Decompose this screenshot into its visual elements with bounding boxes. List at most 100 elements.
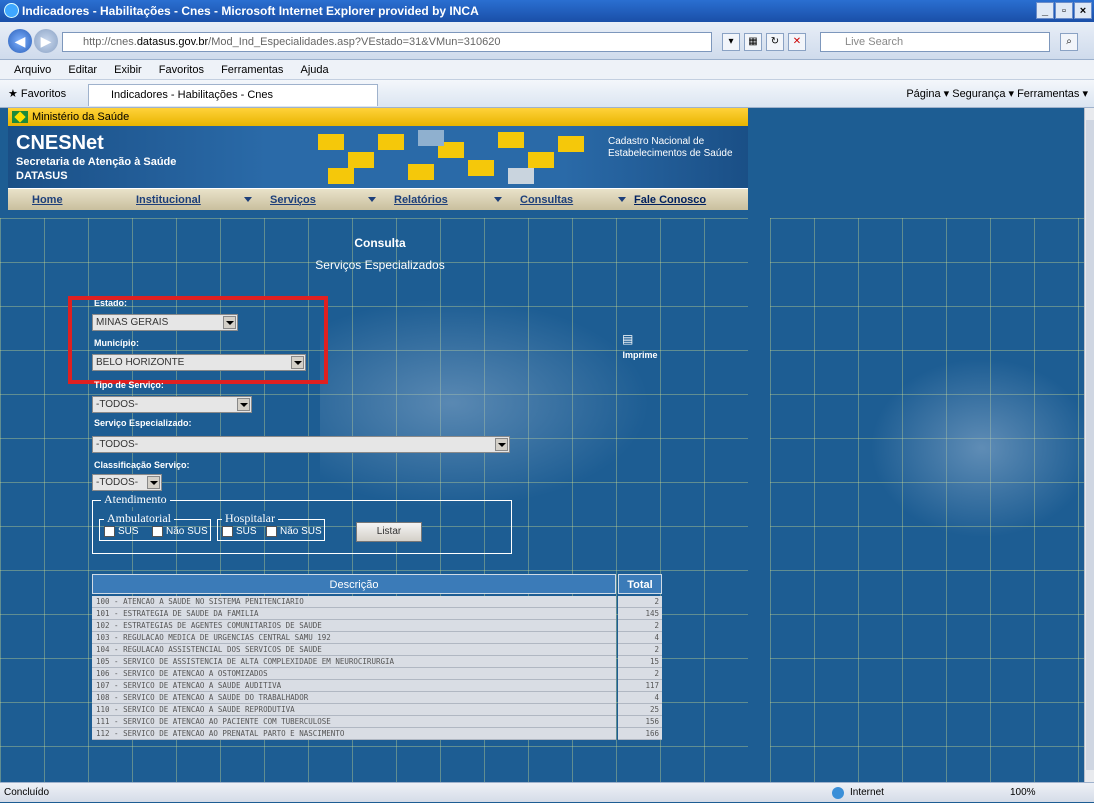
- table-row: 101 - ESTRATEGIA DE SAUDE DA FAMILIA 145: [92, 608, 662, 620]
- row-total: 25: [618, 704, 662, 716]
- nav-fale-conosco[interactable]: Fale Conosco: [634, 191, 706, 209]
- tipo-servico-label: Tipo de Serviço:: [94, 380, 164, 390]
- menu-bar: Arquivo Editar Exibir Favoritos Ferramen…: [0, 60, 1094, 80]
- brand-title: CNESNet: [16, 132, 104, 154]
- ministerio-bar: Ministério da Saúde: [8, 108, 748, 126]
- favorites-bar: ★ Favoritos Indicadores - Habilitações -…: [0, 80, 1094, 108]
- menu-exibir[interactable]: Exibir: [114, 64, 142, 76]
- chevron-down-icon[interactable]: [147, 476, 160, 489]
- site-banner: CNESNet Secretaria de Atenção à Saúde DA…: [8, 126, 748, 188]
- row-descricao: 108 - SERVICO DE ATENCAO A SAUDE DO TRAB…: [92, 692, 616, 704]
- table-row: 112 - SERVICO DE ATENCAO AO PRENATAL PAR…: [92, 728, 662, 740]
- row-total: 2: [618, 668, 662, 680]
- classificacao-label: Classificação Serviço:: [94, 460, 190, 470]
- url-input[interactable]: http://cnes.datasus.gov.br/Mod_Ind_Espec…: [62, 32, 712, 52]
- vertical-scrollbar[interactable]: [1084, 108, 1094, 782]
- nav-home[interactable]: Home: [32, 191, 63, 209]
- favorites-button[interactable]: ★ Favoritos: [8, 80, 66, 108]
- scroll-thumb[interactable]: [1086, 120, 1094, 770]
- row-total: 4: [618, 632, 662, 644]
- imprime-link[interactable]: Imprime: [620, 350, 660, 360]
- chevron-down-icon[interactable]: [495, 438, 508, 451]
- brand-datasus: DATASUS: [16, 170, 68, 182]
- menu-ferramentas[interactable]: Ferramentas: [221, 64, 283, 76]
- ambulatorial-nao-sus-checkbox[interactable]: [152, 526, 163, 537]
- hospitalar-nao-sus-checkbox[interactable]: [266, 526, 277, 537]
- row-descricao: 105 - SERVICO DE ASSISTENCIA DE ALTA COM…: [92, 656, 616, 668]
- column-header-descricao: Descrição: [92, 574, 616, 594]
- window-title: Indicadores - Habilitações - Cnes - Micr…: [22, 4, 479, 18]
- menu-favoritos[interactable]: Favoritos: [159, 64, 204, 76]
- chevron-down-icon[interactable]: [618, 197, 626, 202]
- listar-button[interactable]: Listar: [356, 522, 422, 542]
- minimize-icon[interactable]: _: [1036, 2, 1054, 19]
- column-header-total: Total: [618, 574, 662, 594]
- row-descricao: 106 - SERVICO DE ATENCAO A OSTOMIZADOS: [92, 668, 616, 680]
- brazil-flag-icon: [12, 111, 28, 123]
- table-row: 104 - REGULACAO ASSISTENCIAL DOS SERVICO…: [92, 644, 662, 656]
- close-icon[interactable]: ×: [1074, 2, 1092, 19]
- table-row: 110 - SERVICO DE ATENCAO A SAUDE REPRODU…: [92, 704, 662, 716]
- menu-arquivo[interactable]: Arquivo: [14, 64, 51, 76]
- tipo-servico-select[interactable]: -TODOS-: [92, 396, 252, 413]
- row-descricao: 100 - ATENCAO A SAUDE NO SISTEMA PENITEN…: [92, 596, 616, 608]
- hospitalar-sus-checkbox[interactable]: [222, 526, 233, 537]
- page-subtitle: Serviços Especializados: [315, 258, 445, 272]
- nav-servicos[interactable]: Serviços: [270, 191, 316, 209]
- brand-subtitle: Secretaria de Atenção à Saúde: [16, 156, 177, 168]
- background-photo: [320, 298, 650, 508]
- compatibility-icon[interactable]: ▦: [744, 33, 762, 51]
- row-descricao: 101 - ESTRATEGIA DE SAUDE DA FAMILIA: [92, 608, 616, 620]
- page-content: Ministério da Saúde CNESNet Secretaria d…: [0, 108, 1094, 782]
- ambulatorial-legend: Ambulatorial: [104, 511, 174, 526]
- chevron-down-icon[interactable]: [368, 197, 376, 202]
- zoom-level[interactable]: 100%: [1010, 783, 1036, 803]
- dropdown-icon[interactable]: ▾: [722, 33, 740, 51]
- forward-button[interactable]: ▶: [34, 29, 58, 53]
- nav-consultas[interactable]: Consultas: [520, 191, 573, 209]
- maximize-icon[interactable]: ▫: [1055, 2, 1073, 19]
- back-button[interactable]: ◀: [8, 29, 32, 53]
- chevron-down-icon[interactable]: [244, 197, 252, 202]
- ie-icon: [4, 3, 19, 18]
- refresh-icon[interactable]: ↻: [766, 33, 784, 51]
- search-icon[interactable]: ⌕: [1060, 33, 1078, 51]
- row-descricao: 111 - SERVICO DE ATENCAO AO PACIENTE COM…: [92, 716, 616, 728]
- nav-relatorios[interactable]: Relatórios: [394, 191, 448, 209]
- print-icon[interactable]: ▤: [622, 332, 633, 346]
- nav-institucional[interactable]: Institucional: [136, 191, 201, 209]
- classificacao-select[interactable]: -TODOS-: [92, 474, 162, 491]
- browser-tab[interactable]: Indicadores - Habilitações - Cnes: [88, 84, 378, 106]
- table-row: 105 - SERVICO DE ASSISTENCIA DE ALTA COM…: [92, 656, 662, 668]
- cadastro-text: Cadastro Nacional de Estabelecimentos de…: [608, 136, 733, 159]
- table-row: 111 - SERVICO DE ATENCAO AO PACIENTE COM…: [92, 716, 662, 728]
- ambulatorial-fieldset: Ambulatorial SUS Não SUS: [99, 511, 211, 541]
- row-total: 2: [618, 644, 662, 656]
- atendimento-legend: Atendimento: [101, 492, 170, 507]
- menu-editar[interactable]: Editar: [68, 64, 97, 76]
- stop-icon[interactable]: ✕: [788, 33, 806, 51]
- chevron-down-icon[interactable]: [494, 197, 502, 202]
- chevron-down-icon[interactable]: [237, 398, 250, 411]
- servico-especializado-label: Serviço Especializado:: [94, 418, 192, 428]
- row-descricao: 102 - ESTRATEGIAS DE AGENTES COMUNITARIO…: [92, 620, 616, 632]
- row-total: 145: [618, 608, 662, 620]
- table-row: 108 - SERVICO DE ATENCAO A SAUDE DO TRAB…: [92, 692, 662, 704]
- background-photo-right: [870, 358, 1094, 538]
- address-toolbar: ◀ ▶ http://cnes.datasus.gov.br/Mod_Ind_E…: [0, 22, 1094, 60]
- table-row: 100 - ATENCAO A SAUDE NO SISTEMA PENITEN…: [92, 596, 662, 608]
- hospitalar-legend: Hospitalar: [222, 511, 278, 526]
- search-input[interactable]: Live Search: [820, 32, 1050, 52]
- servico-especializado-select[interactable]: -TODOS-: [92, 436, 510, 453]
- ambulatorial-sus-checkbox[interactable]: [104, 526, 115, 537]
- hospitalar-fieldset: Hospitalar SUS Não SUS: [217, 511, 325, 541]
- row-total: 156: [618, 716, 662, 728]
- highlight-box: [68, 296, 328, 384]
- site-nav: Home Institucional Serviços Relatórios C…: [8, 188, 748, 210]
- row-total: 117: [618, 680, 662, 692]
- row-total: 166: [618, 728, 662, 740]
- command-bar[interactable]: Página ▾ Segurança ▾ Ferramentas ▾: [906, 80, 1088, 108]
- table-row: 103 - REGULACAO MEDICA DE URGENCIAS CENT…: [92, 632, 662, 644]
- table-row: 106 - SERVICO DE ATENCAO A OSTOMIZADOS 2: [92, 668, 662, 680]
- menu-ajuda[interactable]: Ajuda: [300, 64, 328, 76]
